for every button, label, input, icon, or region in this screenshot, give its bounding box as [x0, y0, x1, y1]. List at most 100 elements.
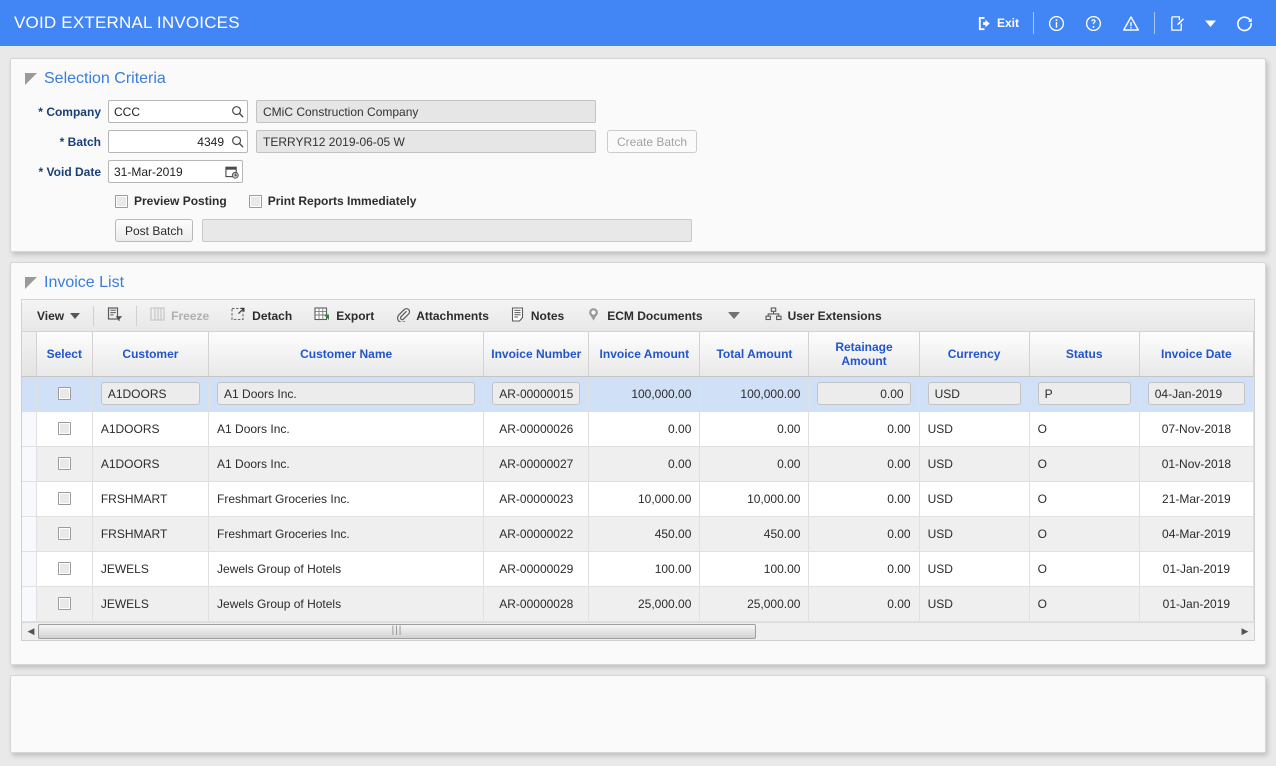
cell-invoice-amount[interactable]: 450.00 — [588, 516, 701, 552]
row-gutter-cell[interactable] — [22, 411, 37, 447]
column-header-invoice-date[interactable]: Invoice Date — [1139, 332, 1255, 377]
cell-select[interactable] — [36, 411, 93, 447]
collapse-selection-criteria-icon[interactable] — [25, 72, 37, 85]
cell-currency[interactable]: USD — [919, 376, 1030, 412]
cell-invoice-number[interactable]: AR-00000029 — [483, 551, 590, 587]
table-row[interactable]: A1DOORS A1 Doors Inc. AR-00000026 0.00 0.00 0… — [22, 411, 1255, 447]
cell-customer-name[interactable]: Freshmart Groceries Inc. — [208, 516, 485, 552]
cell-status[interactable]: O — [1029, 411, 1140, 447]
table-row[interactable]: A1DOORS A1 Doors Inc. AR-00000015 100,000.0… — [22, 376, 1255, 412]
scroll-right-arrow[interactable]: ▶ — [1238, 623, 1252, 639]
cell-total-amount[interactable]: 0.00 — [699, 446, 810, 482]
cell-retainage-amount[interactable]: 0.00 — [808, 376, 920, 412]
cell-customer[interactable]: JEWELS — [92, 551, 210, 587]
create-batch-button[interactable]: Create Batch — [607, 130, 698, 153]
cell-total-amount[interactable]: 100.00 — [699, 551, 810, 587]
info-button[interactable] — [1038, 9, 1075, 37]
cell-status[interactable]: O — [1029, 446, 1140, 482]
cell-currency[interactable]: USD — [919, 446, 1030, 482]
cell-customer-name[interactable]: Freshmart Groceries Inc. — [208, 481, 485, 517]
cell-customer[interactable]: FRSHMART — [92, 481, 210, 517]
row-gutter-cell[interactable] — [22, 376, 37, 412]
row-select-box[interactable] — [57, 492, 71, 505]
cell-currency[interactable]: USD — [919, 411, 1030, 447]
row-select-box[interactable] — [57, 387, 71, 400]
cell-customer-name[interactable]: Jewels Group of Hotels — [208, 586, 485, 622]
row-select-box[interactable] — [57, 457, 71, 470]
cell-total-amount[interactable]: 0.00 — [699, 411, 810, 447]
cell-select[interactable] — [36, 376, 93, 412]
table-row[interactable]: JEWELS Jewels Group of Hotels AR-00000028 2… — [22, 586, 1255, 622]
company-lov-button[interactable] — [227, 101, 247, 122]
cell-select[interactable] — [36, 481, 93, 517]
preview-posting-box[interactable] — [115, 194, 128, 208]
row-select-box[interactable] — [57, 562, 71, 575]
column-header-customer-name[interactable]: Customer Name — [208, 332, 485, 377]
cell-retainage-amount[interactable]: 0.00 — [808, 481, 920, 517]
cell-select[interactable] — [36, 446, 93, 482]
cell-retainage-amount[interactable]: 0.00 — [808, 516, 920, 552]
cell-customer-name[interactable]: A1 Doors Inc. — [208, 376, 485, 412]
void-date-calendar-button[interactable] — [222, 161, 242, 182]
attachments-button[interactable]: Attachments — [385, 300, 500, 331]
cell-invoice-number[interactable]: AR-00000022 — [483, 516, 590, 552]
column-header-customer[interactable]: Customer — [92, 332, 210, 377]
print-reports-box[interactable] — [248, 194, 262, 208]
batch-lov-button[interactable] — [227, 131, 247, 152]
cell-retainage-amount[interactable]: 0.00 — [808, 551, 920, 587]
cell-invoice-number[interactable]: AR-00000026 — [483, 411, 590, 447]
ecm-documents-dropdown-button[interactable] — [714, 300, 754, 331]
cell-total-amount[interactable]: 25,000.00 — [699, 586, 810, 622]
cell-retainage-amount[interactable]: 0.00 — [808, 586, 920, 622]
cell-invoice-date[interactable]: 21-Mar-2019 — [1139, 481, 1255, 517]
company-field[interactable] — [108, 100, 248, 123]
cell-select[interactable] — [36, 516, 93, 552]
batch-field[interactable] — [108, 130, 248, 153]
cell-currency[interactable]: USD — [919, 481, 1030, 517]
preview-posting-checkbox[interactable]: Preview Posting — [115, 194, 227, 208]
print-reports-checkbox[interactable]: Print Reports Immediately — [248, 194, 416, 208]
cell-customer[interactable]: JEWELS — [92, 586, 210, 622]
row-gutter-cell[interactable] — [22, 586, 37, 622]
cell-invoice-amount[interactable]: 0.00 — [588, 446, 701, 482]
cell-invoice-date[interactable]: 01-Nov-2018 — [1139, 446, 1255, 482]
cell-select[interactable] — [36, 586, 93, 622]
cell-invoice-amount[interactable]: 25,000.00 — [588, 586, 701, 622]
cell-invoice-amount[interactable]: 10,000.00 — [588, 481, 701, 517]
table-row[interactable]: JEWELS Jewels Group of Hotels AR-00000029 1… — [22, 551, 1255, 587]
column-header-select[interactable]: Select — [36, 332, 93, 377]
cell-invoice-number[interactable]: AR-00000028 — [483, 586, 590, 622]
cell-retainage-amount[interactable]: 0.00 — [808, 411, 920, 447]
batch-input[interactable] — [109, 131, 227, 152]
cell-invoice-number[interactable]: AR-00000023 — [483, 481, 590, 517]
table-row[interactable]: A1DOORS A1 Doors Inc. AR-00000027 0.00 0.00 0… — [22, 446, 1255, 482]
collapse-invoice-list-icon[interactable] — [25, 276, 37, 289]
table-row[interactable]: FRSHMART Freshmart Groceries Inc. AR-00000… — [22, 481, 1255, 517]
view-menu-button[interactable]: View — [26, 300, 91, 331]
cell-total-amount[interactable]: 10,000.00 — [699, 481, 810, 517]
row-gutter-cell[interactable] — [22, 551, 37, 587]
row-gutter-cell[interactable] — [22, 446, 37, 482]
cell-invoice-date[interactable]: 07-Nov-2018 — [1139, 411, 1255, 447]
notes-dropdown-button[interactable] — [1196, 9, 1225, 37]
cell-customer[interactable]: A1DOORS — [92, 376, 210, 412]
table-row[interactable]: FRSHMART Freshmart Groceries Inc. AR-00000… — [22, 516, 1255, 552]
cell-select[interactable] — [36, 551, 93, 587]
row-select-box[interactable] — [57, 597, 71, 610]
refresh-button[interactable] — [1225, 9, 1264, 37]
post-batch-button[interactable]: Post Batch — [115, 219, 194, 242]
row-select-box[interactable] — [57, 527, 71, 540]
notes-button[interactable]: Notes — [500, 300, 575, 331]
row-gutter-cell[interactable] — [22, 516, 37, 552]
exit-button[interactable]: Exit — [967, 9, 1029, 37]
query-by-example-button[interactable] — [96, 300, 134, 331]
help-button[interactable] — [1075, 9, 1112, 37]
cell-invoice-amount[interactable]: 100,000.00 — [588, 376, 701, 412]
void-date-field[interactable] — [108, 160, 243, 183]
cell-invoice-amount[interactable]: 100.00 — [588, 551, 701, 587]
detach-button[interactable]: Detach — [220, 300, 303, 331]
cell-currency[interactable]: USD — [919, 551, 1030, 587]
cell-customer[interactable]: A1DOORS — [92, 411, 210, 447]
column-header-invoice-number[interactable]: Invoice Number — [483, 332, 590, 377]
cell-retainage-amount[interactable]: 0.00 — [808, 446, 920, 482]
